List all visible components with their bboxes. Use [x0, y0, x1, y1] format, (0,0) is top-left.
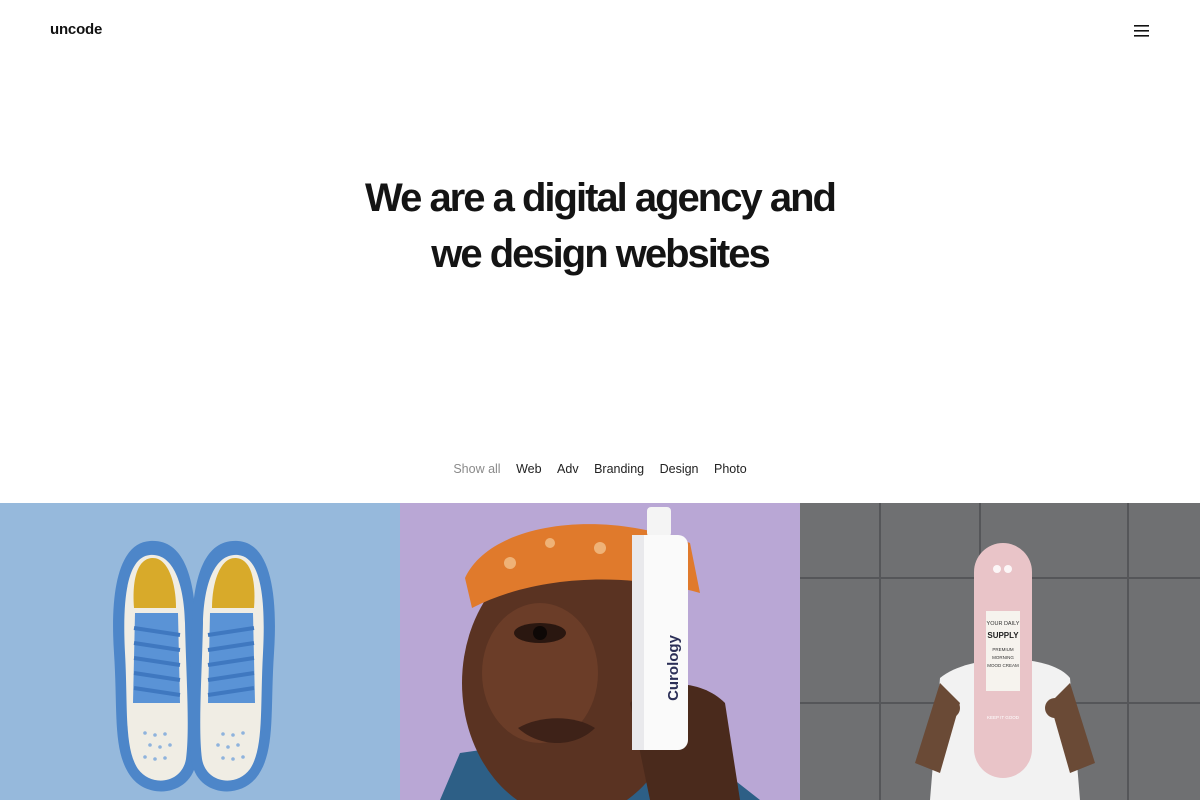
board-text-6: KEEP IT GOOD	[987, 715, 1020, 720]
filter-show-all[interactable]: Show all	[453, 462, 500, 476]
sneakers-image	[113, 540, 275, 792]
board-text-4: MORNING	[992, 655, 1014, 660]
portfolio-filters: Show all Web Adv Branding Design Photo	[0, 462, 1200, 476]
hero-heading: We are a digital agency and we design we…	[0, 170, 1200, 282]
hero-heading-line-2: we design websites	[431, 232, 770, 276]
filter-design[interactable]: Design	[660, 462, 699, 476]
hero-heading-line-1: We are a digital agency and	[365, 176, 837, 220]
board-text-5: MOOD CREAM	[987, 663, 1019, 668]
board-text-3: PREMIUM	[992, 647, 1014, 652]
bottle-label: Curology	[665, 634, 682, 700]
filter-adv[interactable]: Adv	[557, 462, 579, 476]
portfolio-item-skateboard[interactable]: YOUR DAILY SUPPLY PREMIUM MORNING MOOD C…	[800, 503, 1200, 800]
site-header: uncode	[0, 0, 1200, 62]
filter-photo[interactable]: Photo	[714, 462, 747, 476]
curology-portrait-image: Curology	[440, 507, 760, 800]
portfolio-item-curology-portrait[interactable]: Curology	[400, 503, 800, 800]
board-text-2: SUPPLY	[987, 631, 1019, 640]
portfolio-grid: Curology YOUR DAILY SUPPLY PREMIUM MORNI…	[0, 503, 1200, 800]
skateboard-image: YOUR DAILY SUPPLY PREMIUM MORNING MOOD C…	[800, 503, 1200, 800]
logo[interactable]: uncode	[50, 21, 102, 38]
hero: We are a digital agency and we design we…	[0, 170, 1200, 282]
board-text-1: YOUR DAILY	[987, 621, 1020, 627]
filter-branding[interactable]: Branding	[594, 462, 644, 476]
portfolio-item-sneakers[interactable]	[0, 503, 400, 800]
hamburger-menu-icon[interactable]	[1132, 22, 1152, 40]
filter-web[interactable]: Web	[516, 462, 541, 476]
